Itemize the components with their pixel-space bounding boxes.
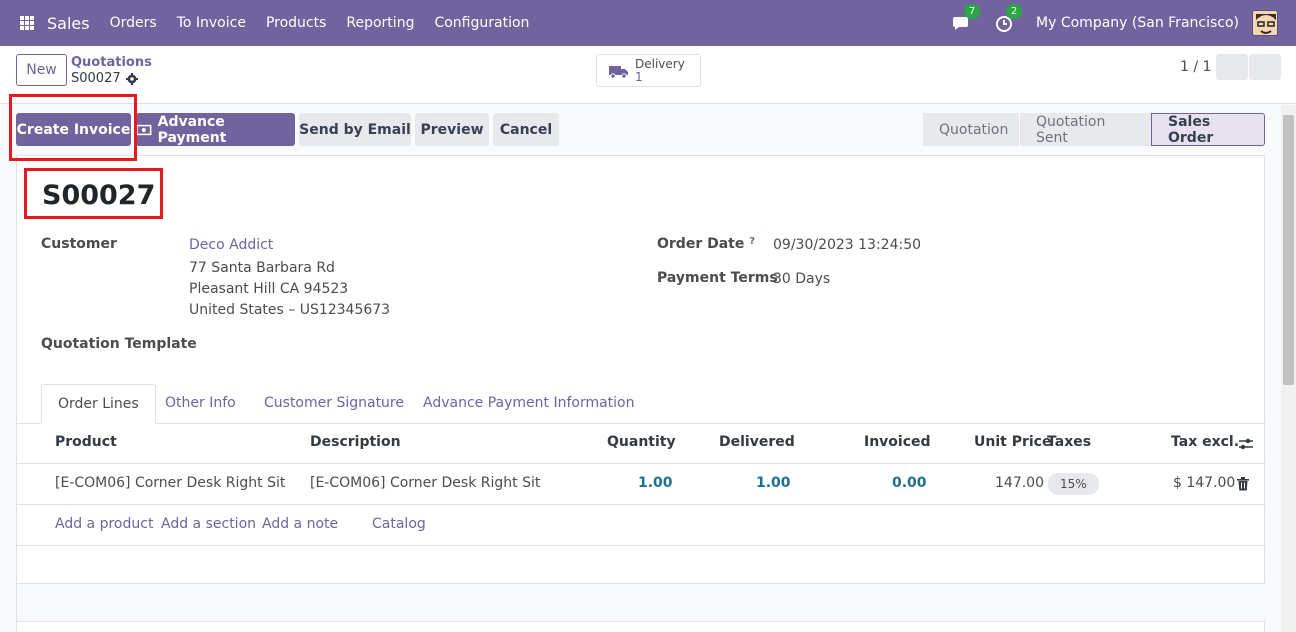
highlight-order-title xyxy=(24,168,163,219)
stage-quotation-sent[interactable]: Quotation Sent xyxy=(1019,113,1151,146)
customer-label: Customer xyxy=(41,236,117,252)
tab-advance-payment-information[interactable]: Advance Payment Information xyxy=(423,384,635,424)
advance-payment-button[interactable]: Advance Payment xyxy=(136,113,295,146)
row-product[interactable]: [E-COM06] Corner Desk Right Sit xyxy=(55,475,285,491)
customer-address-line3: United States – US12345673 xyxy=(189,302,391,318)
row-delivered[interactable]: 1.00 xyxy=(756,475,791,491)
menu-configuration[interactable]: Configuration xyxy=(434,15,529,31)
menu-to-invoice[interactable]: To Invoice xyxy=(177,15,246,31)
add-product-link[interactable]: Add a product xyxy=(55,516,153,532)
trash-icon[interactable] xyxy=(1237,477,1249,491)
company-switcher[interactable]: My Company (San Francisco) xyxy=(1036,15,1239,31)
add-note-link[interactable]: Add a note xyxy=(262,516,338,532)
row-invoiced[interactable]: 0.00 xyxy=(892,475,927,491)
order-date-help-icon[interactable]: ? xyxy=(749,236,755,247)
col-taxes[interactable]: Taxes xyxy=(1047,434,1091,450)
empty-row xyxy=(17,584,1266,622)
row-tax-badge[interactable]: 15% xyxy=(1048,473,1099,495)
stage-quotation[interactable]: Quotation xyxy=(923,113,1019,146)
tab-other-info[interactable]: Other Info xyxy=(165,384,236,424)
payment-terms-value[interactable]: 30 Days xyxy=(773,271,830,287)
col-quantity[interactable]: Quantity xyxy=(607,434,676,450)
col-delivered[interactable]: Delivered xyxy=(719,434,795,450)
activities-button[interactable]: 2 xyxy=(994,4,1023,33)
catalog-link[interactable]: Catalog xyxy=(372,516,426,532)
avatar-face-icon xyxy=(1253,11,1277,35)
add-line-row: Add a product Add a section Add a note C… xyxy=(17,505,1266,546)
delivery-smart-button[interactable]: Delivery 1 xyxy=(596,54,701,87)
activities-badge: 2 xyxy=(1006,4,1023,19)
new-button[interactable]: New xyxy=(16,54,67,86)
preview-button[interactable]: Preview xyxy=(415,113,489,146)
table-row[interactable]: [E-COM06] Corner Desk Right Sit [E-COM06… xyxy=(17,464,1266,505)
order-date-label: Order Date ? xyxy=(657,236,755,252)
pager-value[interactable]: 1 / 1 xyxy=(1180,59,1211,75)
col-invoiced[interactable]: Invoiced xyxy=(864,434,931,450)
order-date-value[interactable]: 09/30/2023 13:24:50 xyxy=(773,237,921,253)
add-section-link[interactable]: Add a section xyxy=(161,516,256,532)
breadcrumb-current-label: S00027 xyxy=(71,71,121,86)
customer-address-line1: 77 Santa Barbara Rd xyxy=(189,260,335,276)
menu-products[interactable]: Products xyxy=(266,15,326,31)
advance-payment-label: Advance Payment xyxy=(157,113,227,146)
column-settings-icon[interactable] xyxy=(1238,437,1254,451)
row-unit-price[interactable]: 147.00 xyxy=(995,475,1044,491)
customer-name-link[interactable]: Deco Addict xyxy=(189,237,273,253)
form-sheet: S00027 Customer Deco Addict 77 Santa Bar… xyxy=(16,155,1266,632)
control-panel: New Quotations S00027 Delivery 1 1 / 1 xyxy=(0,46,1296,104)
money-icon xyxy=(136,124,152,135)
menu-orders[interactable]: Orders xyxy=(110,15,157,31)
highlight-create-invoice xyxy=(9,94,137,161)
empty-row xyxy=(17,622,1266,632)
breadcrumb-parent[interactable]: Quotations xyxy=(71,55,152,70)
form-statusbar: Create Invoice Advance Payment Send by E… xyxy=(0,105,1296,155)
gear-icon[interactable] xyxy=(125,72,138,85)
top-navbar: Sales Orders To Invoice Products Reporti… xyxy=(0,0,1296,46)
quotation-template-label: Quotation Template xyxy=(41,336,197,352)
payment-terms-label: Payment Terms xyxy=(657,270,778,286)
cancel-button[interactable]: Cancel xyxy=(493,113,559,146)
empty-row xyxy=(17,546,1266,584)
row-quantity[interactable]: 1.00 xyxy=(638,475,673,491)
tab-order-lines[interactable]: Order Lines xyxy=(41,384,156,424)
pager-next-button[interactable] xyxy=(1249,54,1281,80)
stage-sales-order[interactable]: Sales Order xyxy=(1151,113,1265,146)
col-description[interactable]: Description xyxy=(310,434,401,450)
col-product[interactable]: Product xyxy=(55,434,117,450)
col-unit-price[interactable]: Unit Price xyxy=(974,434,1051,450)
status-stages: Quotation Quotation Sent Sales Order xyxy=(923,113,1265,146)
messages-button[interactable]: 7 xyxy=(952,4,981,33)
breadcrumb-current: S00027 xyxy=(71,71,138,86)
delivery-count: 1 xyxy=(635,70,643,84)
row-description[interactable]: [E-COM06] Corner Desk Right Sit xyxy=(310,475,540,491)
pager-previous-button[interactable] xyxy=(1216,54,1248,80)
notebook-tabs: Order Lines Other Info Customer Signatur… xyxy=(17,384,1266,424)
row-subtotal: $ 147.00 xyxy=(1173,475,1236,491)
truck-icon xyxy=(609,65,628,79)
col-tax-excl[interactable]: Tax excl. xyxy=(1171,434,1239,450)
customer-address-line2: Pleasant Hill CA 94523 xyxy=(189,281,349,297)
scrollbar-thumb[interactable] xyxy=(1283,115,1294,385)
user-avatar[interactable] xyxy=(1252,10,1278,36)
page-scrollbar[interactable] xyxy=(1281,105,1296,632)
order-date-label-text: Order Date xyxy=(657,236,745,252)
tab-customer-signature[interactable]: Customer Signature xyxy=(264,384,404,424)
send-by-email-button[interactable]: Send by Email xyxy=(299,113,411,146)
app-brand[interactable]: Sales xyxy=(47,14,90,33)
menu-reporting[interactable]: Reporting xyxy=(346,15,414,31)
apps-menu-icon[interactable] xyxy=(20,16,34,30)
table-header: Product Description Quantity Delivered I… xyxy=(17,424,1266,464)
messages-badge: 7 xyxy=(964,4,981,19)
